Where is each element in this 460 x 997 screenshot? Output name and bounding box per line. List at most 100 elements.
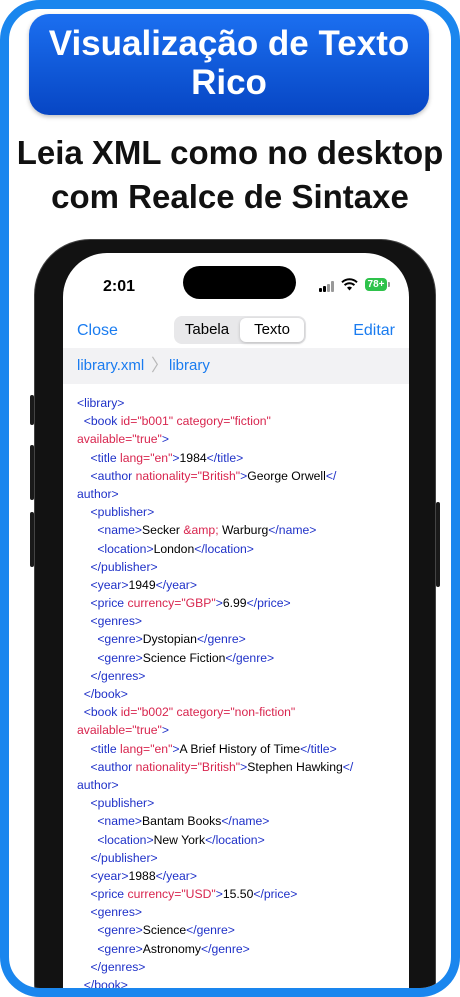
tab-table[interactable]: Tabela	[176, 318, 238, 342]
code-token: </genre>	[225, 650, 275, 665]
code-token: "British"	[197, 759, 241, 774]
signal-icon	[319, 281, 335, 292]
code-token: >	[172, 450, 180, 465]
code-token: category=	[173, 414, 231, 429]
phone-mockup: 2:01 78+ Close Tabela Texto Editar libra…	[30, 239, 440, 988]
code-line: </genres>	[77, 958, 399, 976]
code-line: <library>	[77, 394, 399, 412]
code-token: </publisher>	[77, 559, 158, 574]
power-button	[436, 502, 440, 587]
code-token: currency=	[127, 887, 182, 902]
code-token: <genre>	[77, 650, 143, 665]
code-token: </name>	[221, 814, 270, 829]
breadcrumb: library.xml 〉 library	[63, 348, 409, 384]
code-token: </name>	[268, 523, 317, 538]
code-token: id=	[120, 705, 138, 720]
code-token: London	[153, 541, 195, 556]
code-token: </genre>	[200, 941, 250, 956]
code-token: >	[215, 887, 223, 902]
code-line: <genres>	[77, 612, 399, 630]
code-token: <library>	[77, 396, 125, 410]
edit-button[interactable]: Editar	[353, 322, 395, 340]
code-line: </book>	[77, 976, 399, 988]
code-line: <publisher>	[77, 503, 399, 521]
code-token: 1949	[128, 577, 156, 592]
code-line: </publisher>	[77, 849, 399, 867]
code-line: <title lang="en">A Brief History of Time…	[77, 740, 399, 758]
close-button[interactable]: Close	[77, 322, 118, 340]
code-token: <genres>	[77, 905, 143, 920]
code-token: <title	[77, 741, 121, 756]
code-token: "fiction"	[230, 414, 271, 429]
code-token: </price>	[253, 887, 298, 902]
code-line: <publisher>	[77, 794, 399, 812]
code-token: </	[342, 759, 354, 774]
code-token: Secker	[142, 523, 184, 538]
code-token: </publisher>	[77, 850, 158, 865]
code-token: "b002"	[137, 705, 174, 720]
code-token: <title	[77, 450, 121, 465]
promo-frame: Visualização de Texto Rico Leia XML como…	[0, 0, 460, 997]
code-token: lang=	[120, 741, 151, 756]
code-token: <location>	[77, 832, 154, 847]
code-token: "true"	[132, 723, 162, 738]
code-line: <year>1988</year>	[77, 867, 399, 885]
volume-down-button	[30, 512, 34, 567]
code-line: <genre>Astronomy</genre>	[77, 940, 399, 958]
code-token: 6.99	[222, 596, 247, 611]
code-token: </genre>	[196, 632, 246, 647]
code-token: <location>	[77, 541, 154, 556]
volume-up-button	[30, 445, 34, 500]
banner-title-line-2: Rico	[191, 63, 267, 102]
code-line: <genre>Science</genre>	[77, 921, 399, 939]
code-token: </title>	[206, 450, 244, 465]
code-token: author>	[77, 486, 119, 501]
code-line: <price currency="USD">15.50</price>	[77, 885, 399, 903]
code-token: <book	[77, 705, 121, 720]
code-token: <price	[77, 887, 128, 902]
navigation-bar: Close Tabela Texto Editar	[63, 314, 409, 348]
promo-banner: Visualização de Texto Rico	[29, 14, 429, 115]
code-line: <year>1949</year>	[77, 576, 399, 594]
code-token: Astronomy	[142, 941, 201, 956]
code-token: id=	[120, 414, 138, 429]
breadcrumb-file[interactable]: library.xml	[77, 348, 144, 384]
code-token: &amp;	[183, 523, 219, 538]
code-token: </genre>	[186, 923, 235, 938]
code-token: 15.50	[222, 887, 254, 902]
code-token: nationality=	[135, 468, 198, 483]
xml-code-view[interactable]: <library> <book id="b001" category="fict…	[77, 394, 399, 988]
code-line: <name>Bantam Books</name>	[77, 812, 399, 830]
tab-text[interactable]: Texto	[240, 318, 304, 342]
code-token: </price>	[246, 596, 291, 611]
code-token: </location>	[205, 832, 265, 847]
code-line: <title lang="en">1984</title>	[77, 449, 399, 467]
code-token: <name>	[77, 523, 143, 538]
code-token: </genres>	[77, 668, 146, 683]
dynamic-island	[183, 266, 296, 299]
code-line: <book id="b001" category="fiction"	[77, 412, 399, 430]
code-token: Stephen Hawking	[247, 759, 343, 774]
code-token: 1988	[128, 868, 156, 883]
breadcrumb-root-element[interactable]: library	[169, 348, 210, 384]
promo-headline: Leia XML como no desktop com Realce de S…	[9, 131, 451, 219]
code-token: </	[325, 468, 337, 483]
code-line: author>	[77, 485, 399, 503]
code-token: <year>	[77, 577, 129, 592]
code-token: >	[215, 596, 223, 611]
code-token: >	[172, 741, 180, 756]
headline-line-2: com Realce de Sintaxe	[51, 178, 409, 215]
code-token: </year>	[155, 577, 197, 592]
code-token: </genres>	[77, 959, 146, 974]
status-time: 2:01	[103, 278, 136, 295]
code-line: <book id="b002" category="non-fiction"	[77, 703, 399, 721]
banner-title-line-1: Visualização de Texto	[48, 24, 410, 63]
code-line: </genres>	[77, 667, 399, 685]
code-token: <author	[77, 468, 136, 483]
code-token: George Orwell	[247, 468, 326, 483]
phone-screen: 2:01 78+ Close Tabela Texto Editar libra…	[63, 253, 409, 988]
code-line: <genres>	[77, 903, 399, 921]
code-token: "en"	[150, 450, 173, 465]
code-token: Bantam Books	[142, 814, 222, 829]
code-line: <author nationality="British">George Orw…	[77, 467, 399, 485]
